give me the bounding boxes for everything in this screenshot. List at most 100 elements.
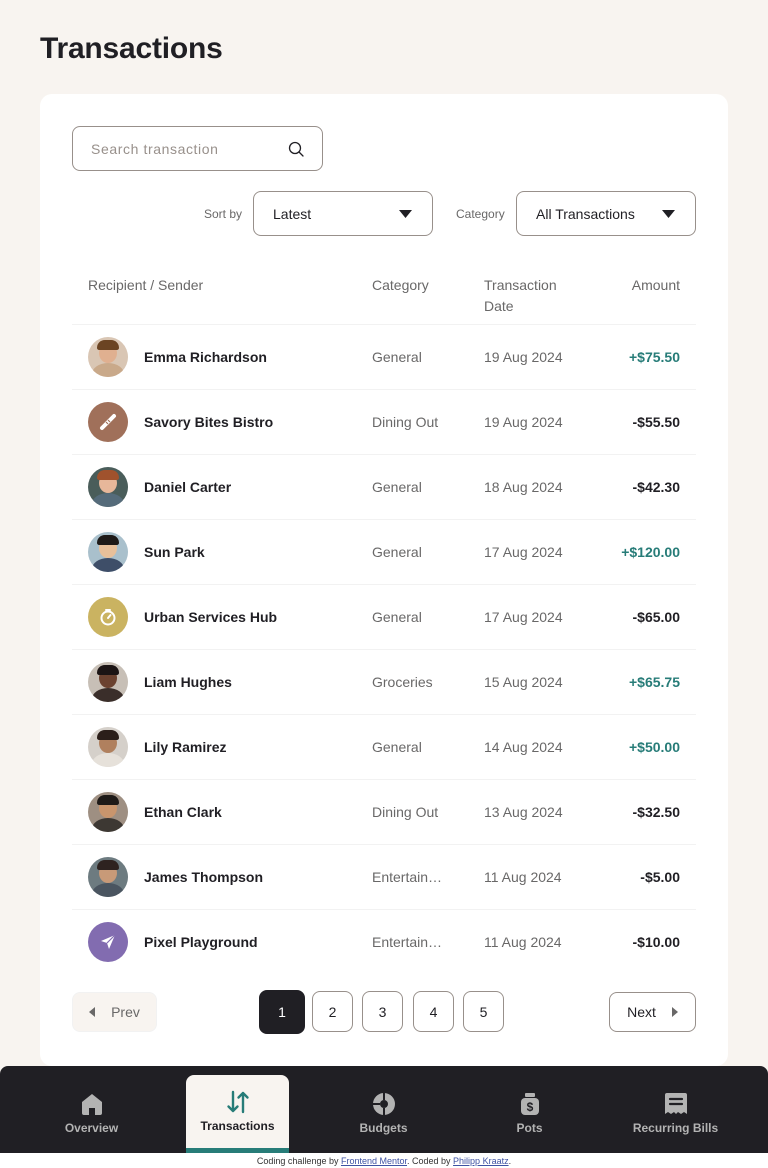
transaction-category: General: [372, 479, 422, 495]
home-icon: [81, 1094, 102, 1115]
transaction-amount: -$42.30: [632, 479, 680, 495]
avatar-hair: [97, 340, 119, 350]
avatar-shoulders: [92, 818, 124, 832]
transaction-category: Dining Out: [372, 804, 439, 820]
transaction-category: General: [372, 544, 422, 560]
transaction-amount: -$5.00: [640, 869, 680, 885]
recipient-name: Lily Ramirez: [144, 739, 227, 755]
transaction-row[interactable]: Daniel Carter General 18 Aug 2024 -$42.30: [72, 455, 696, 520]
transaction-category: Groceries: [372, 674, 433, 690]
transaction-date: 11 Aug 2024: [484, 869, 562, 885]
avatar: [88, 792, 128, 832]
merchant-logo: [88, 597, 128, 637]
avatar-hair: [97, 730, 119, 740]
transaction-category: Entertainment: [372, 934, 452, 950]
avatar-hair: [97, 665, 119, 675]
avatar: [88, 467, 128, 507]
transaction-amount: -$32.50: [632, 804, 680, 820]
transaction-date: 11 Aug 2024: [484, 934, 562, 950]
transaction-row[interactable]: Urban Services Hub General 17 Aug 2024 -$65…: [72, 585, 696, 650]
transaction-category: General: [372, 739, 422, 755]
transaction-category: General: [372, 609, 422, 625]
nav-transactions[interactable]: Transactions: [186, 1075, 289, 1153]
next-page-button[interactable]: Next: [609, 992, 696, 1032]
page-button-2[interactable]: 2: [312, 991, 353, 1032]
transaction-date: 13 Aug 2024: [484, 804, 563, 820]
attribution-prefix: Coding challenge by: [256, 1156, 341, 1166]
page-button-1[interactable]: 1: [259, 990, 305, 1034]
nav-label: Overview: [64, 1121, 119, 1135]
page-button-3[interactable]: 3: [362, 991, 403, 1032]
frontend-mentor-link[interactable]: Frontend Mentor: [341, 1156, 407, 1166]
nav-overview[interactable]: Overview: [40, 1074, 143, 1153]
transaction-row[interactable]: Sun Park General 17 Aug 2024 +$120.00: [72, 520, 696, 585]
search-icon[interactable]: [288, 141, 304, 157]
transaction-amount: -$10.00: [632, 934, 680, 950]
sort-by-select[interactable]: Latest: [253, 191, 433, 236]
nav-recurring-bills[interactable]: Recurring Bills: [624, 1074, 727, 1153]
sort-by-value: Latest: [273, 205, 312, 222]
caret-right-icon: [671, 1007, 678, 1017]
page-button-4[interactable]: 4: [413, 991, 454, 1032]
transaction-row[interactable]: Pixel Playground Entertainment 11 Aug 2024…: [72, 910, 696, 975]
transactions-card: Sort by Latest Category All Transactions…: [40, 94, 728, 1066]
transaction-row[interactable]: Lily Ramirez General 14 Aug 2024 +$50.00: [72, 715, 696, 780]
avatar-hair: [97, 470, 119, 480]
transaction-row[interactable]: James Thompson Entertainment 11 Aug 2024 -$…: [72, 845, 696, 910]
search-box[interactable]: [72, 126, 323, 171]
prev-label: Prev: [111, 1004, 140, 1020]
avatar-shoulders: [92, 688, 124, 702]
transaction-date: 17 Aug 2024: [484, 544, 563, 560]
prev-page-button[interactable]: Prev: [72, 992, 157, 1032]
merchant-logo: [88, 922, 128, 962]
nav-pots[interactable]: $ Pots: [478, 1074, 581, 1153]
recipient-name: Pixel Playground: [144, 934, 258, 950]
recipient-name: Urban Services Hub: [144, 609, 278, 625]
sort-by-label: Sort by: [204, 207, 243, 221]
transaction-category: Dining Out: [372, 414, 439, 430]
table-header: Recipient / Sender Category Transaction …: [72, 271, 696, 325]
transaction-date: 17 Aug 2024: [484, 609, 563, 625]
caret-down-icon: [399, 209, 412, 218]
transaction-category: General: [372, 349, 422, 365]
page-title: Transactions: [40, 32, 223, 65]
svg-text:$: $: [526, 1100, 533, 1114]
header-category: Category: [372, 277, 429, 293]
nav-label: Recurring Bills: [632, 1121, 719, 1135]
attribution-middle: . Coded by: [407, 1156, 454, 1166]
avatar: [88, 857, 128, 897]
avatar: [88, 727, 128, 767]
transaction-row[interactable]: Savory Bites Bistro Dining Out 19 Aug 2024…: [72, 390, 696, 455]
avatar-hair: [97, 860, 119, 870]
timer-icon: [99, 608, 117, 626]
jar-icon: $: [520, 1093, 539, 1115]
nav-budgets[interactable]: Budgets: [332, 1074, 435, 1153]
transaction-row[interactable]: Liam Hughes Groceries 15 Aug 2024 +$65.75: [72, 650, 696, 715]
transaction-amount: +$120.00: [621, 544, 680, 560]
recipient-name: James Thompson: [144, 869, 264, 885]
transaction-amount: -$55.50: [632, 414, 680, 430]
author-link[interactable]: Philipp Kraatz: [453, 1156, 509, 1166]
header-date: Transaction Date: [484, 277, 557, 314]
transaction-row[interactable]: Emma Richardson General 19 Aug 2024 +$75.50: [72, 325, 696, 390]
avatar-shoulders: [92, 493, 124, 507]
transaction-row[interactable]: Ethan Clark Dining Out 13 Aug 2024 -$32.50: [72, 780, 696, 845]
search-input[interactable]: [91, 140, 282, 157]
baguette-icon: [99, 413, 117, 431]
attribution-suffix: .: [508, 1156, 512, 1166]
avatar-shoulders: [92, 753, 124, 767]
caret-down-icon: [662, 209, 675, 218]
recipient-name: Daniel Carter: [144, 479, 232, 495]
header-amount: Amount: [631, 277, 680, 293]
avatar-hair: [97, 535, 119, 545]
transaction-list: Emma Richardson General 19 Aug 2024 +$75.50…: [72, 325, 696, 975]
bottom-navigation: Overview Transactions Budgets $ Pots Rec…: [0, 1066, 768, 1153]
category-select[interactable]: All Transactions: [516, 191, 696, 236]
avatar-shoulders: [92, 558, 124, 572]
transaction-amount: -$65.00: [632, 609, 680, 625]
transaction-category: Entertainment: [372, 869, 452, 885]
avatar: [88, 662, 128, 702]
page-button-5[interactable]: 5: [463, 991, 504, 1032]
transaction-date: 14 Aug 2024: [484, 739, 563, 755]
transaction-date: 18 Aug 2024: [484, 479, 563, 495]
